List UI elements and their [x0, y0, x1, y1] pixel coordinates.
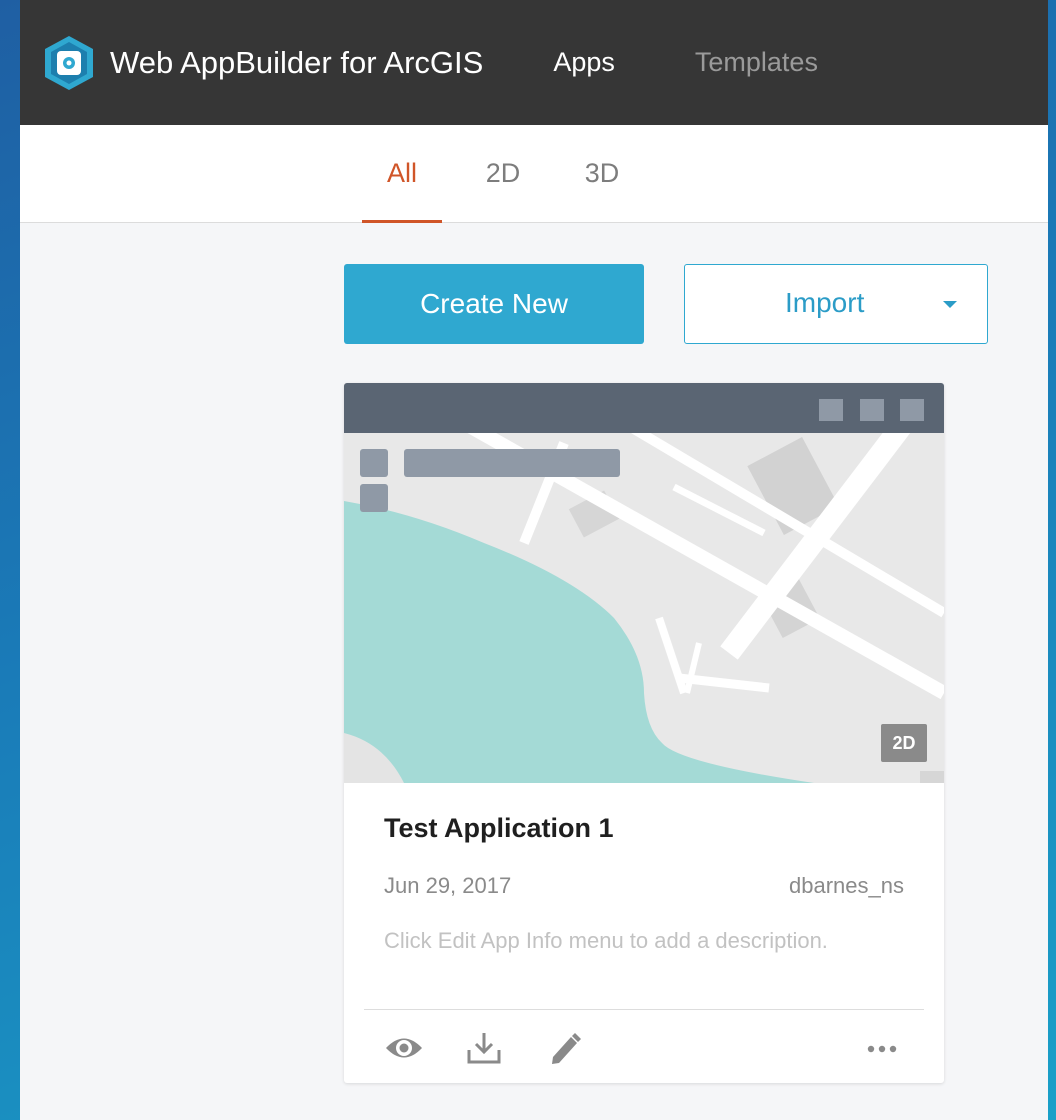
filter-tabs: All 2D 3D: [20, 125, 1048, 223]
card-action-bar: [344, 1023, 944, 1073]
import-button[interactable]: Import: [684, 264, 988, 344]
app-owner: dbarnes_ns: [789, 873, 904, 898]
download-icon[interactable]: [464, 1031, 504, 1065]
create-new-button[interactable]: Create New: [344, 264, 644, 344]
app-thumbnail[interactable]: [344, 383, 944, 783]
app-title-text[interactable]: Test Application 1: [384, 813, 614, 844]
tab-3d[interactable]: 3D: [582, 125, 622, 222]
top-header: Web AppBuilder for ArcGIS Apps Templates: [20, 0, 1048, 125]
tab-2d[interactable]: 2D: [483, 125, 523, 222]
app-logo-icon: [45, 35, 93, 90]
create-new-label: Create New: [420, 288, 568, 319]
app-card: 2D Test Application 1 Jun 29, 2017 dbarn…: [344, 383, 944, 1083]
app-date: Jun 29, 2017: [384, 873, 512, 898]
nav-apps[interactable]: Apps: [553, 47, 615, 78]
eye-icon[interactable]: [384, 1031, 424, 1065]
nav-templates[interactable]: Templates: [695, 47, 818, 78]
chevron-down-icon: [943, 301, 957, 308]
tab-all[interactable]: All: [362, 125, 442, 223]
pencil-icon[interactable]: [544, 1031, 584, 1065]
import-label: Import: [785, 287, 865, 318]
dimension-badge: 2D: [881, 724, 927, 762]
card-divider: [364, 1009, 924, 1010]
app-window: Web AppBuilder for ArcGIS Apps Templates…: [20, 0, 1048, 1120]
more-icon[interactable]: [862, 1031, 902, 1065]
app-title: Web AppBuilder for ArcGIS: [110, 44, 484, 80]
app-description: Click Edit App Info menu to add a descri…: [384, 928, 828, 953]
